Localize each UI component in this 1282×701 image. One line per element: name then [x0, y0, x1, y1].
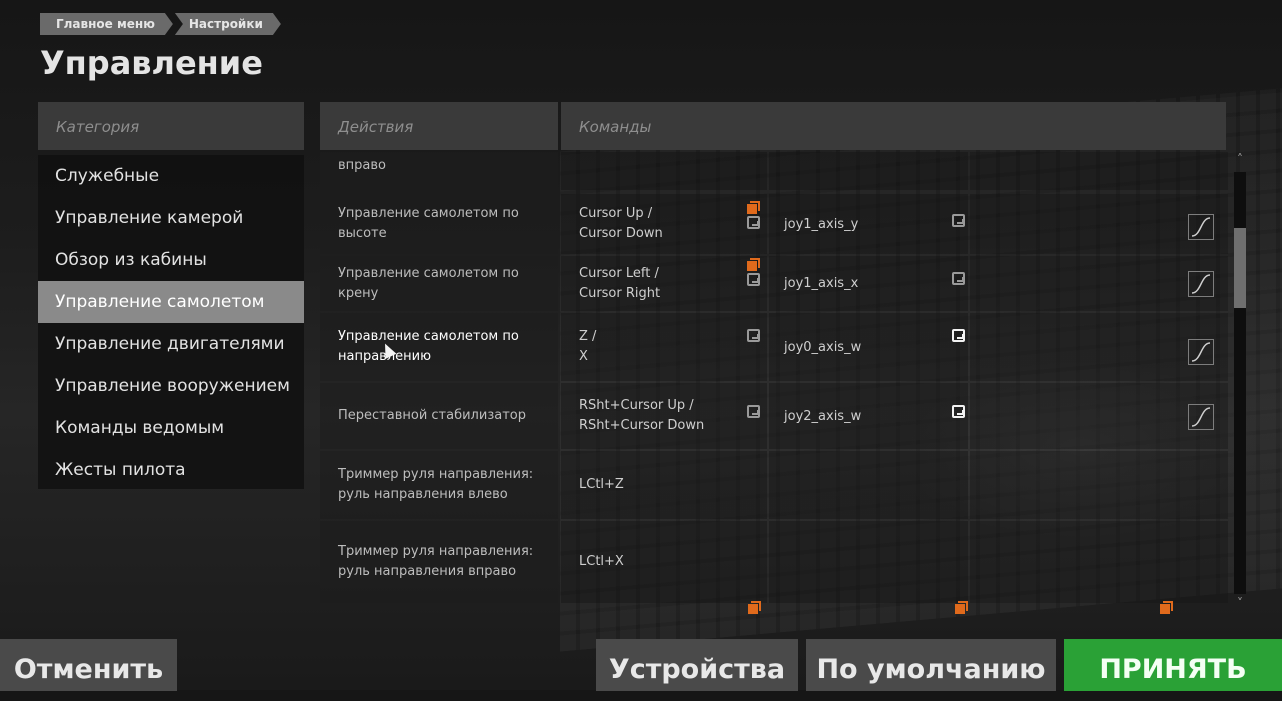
action-label: Управление самолетом по высоте — [320, 194, 558, 254]
command-primary: Z / — [579, 329, 597, 344]
device-link-icon[interactable] — [747, 329, 760, 342]
command-primary: LCtl+Z — [579, 477, 624, 492]
device-link-icon[interactable] — [952, 329, 965, 342]
action-label: Управление самолетом по направлению — [320, 313, 558, 381]
chevron-up-icon[interactable]: ˄ — [1234, 152, 1246, 166]
axis-cell[interactable]: joy2_axis_w — [769, 383, 968, 449]
table-row[interactable]: Управление самолетом по высоте Cursor Up… — [320, 194, 1228, 254]
orange-copy-icon[interactable] — [747, 258, 760, 271]
page-title: Управление — [40, 44, 263, 82]
command-secondary: Cursor Down — [579, 226, 663, 241]
command-secondary: Cursor Right — [579, 285, 661, 301]
category-item-engines[interactable]: Управление двигателями — [38, 323, 304, 365]
command-secondary: RSht+Cursor Down — [579, 418, 705, 433]
device-link-icon[interactable] — [952, 272, 965, 285]
category-item-pilot-gestures[interactable]: Жесты пилота — [38, 449, 304, 491]
orange-copy-icon[interactable] — [748, 601, 761, 614]
category-item-wingmen[interactable]: Команды ведомым — [38, 407, 304, 449]
command-secondary: X — [579, 349, 588, 364]
breadcrumb-settings[interactable]: Настройки — [175, 13, 281, 35]
axis-curve-icon[interactable] — [1188, 404, 1214, 430]
device-link-icon[interactable] — [747, 216, 760, 229]
device-link-icon[interactable] — [952, 405, 965, 418]
category-item-cockpit-view[interactable]: Обзор из кабины — [38, 239, 304, 281]
command-cell[interactable]: LCtl+X — [561, 521, 767, 603]
axis-value: joy2_axis_w — [784, 408, 862, 424]
action-label: Триммер руля направления: руль направлен… — [320, 451, 558, 519]
table-row[interactable]: Триммер руля направления: руль направлен… — [320, 451, 1228, 519]
category-item-camera[interactable]: Управление камерой — [38, 197, 304, 239]
table-row[interactable]: вправо — [320, 152, 1228, 190]
extra-cell — [970, 451, 1228, 519]
command-cell[interactable]: LCtl+Z — [561, 451, 767, 519]
axis-cell[interactable] — [769, 152, 968, 190]
action-label: вправо — [320, 152, 558, 190]
defaults-button[interactable]: По умолчанию — [806, 639, 1056, 691]
axis-value: joy0_axis_w — [784, 339, 862, 355]
device-link-icon[interactable] — [747, 405, 760, 418]
cancel-button[interactable]: Отменить — [0, 639, 177, 691]
axis-cell[interactable] — [769, 451, 968, 519]
scrollbar-thumb[interactable] — [1234, 228, 1246, 308]
device-link-icon[interactable] — [747, 273, 760, 286]
command-cell[interactable]: Z / X — [561, 313, 767, 381]
axis-value: joy1_axis_y — [784, 216, 859, 232]
header-actions: Действия — [320, 102, 558, 150]
command-cell[interactable] — [561, 152, 767, 190]
axis-cell[interactable]: joy1_axis_y — [769, 194, 968, 254]
bindings-table: вправо Управление самолетом по высоте Cu… — [320, 152, 1228, 614]
command-cell[interactable]: RSht+Cursor Up / RSht+Cursor Down — [561, 383, 767, 449]
header-category: Категория — [38, 102, 304, 150]
action-label: Триммер руля направления: руль направлен… — [320, 521, 558, 603]
command-primary: RSht+Cursor Up / — [579, 398, 694, 413]
table-row[interactable]: Управление самолетом по направлению Z / X… — [320, 313, 1228, 381]
action-label: Переставной стабилизатор — [320, 383, 558, 449]
accept-button[interactable]: ПРИНЯТЬ — [1064, 639, 1282, 691]
command-primary: Cursor Left / — [579, 265, 659, 281]
orange-copy-icon[interactable] — [747, 201, 760, 214]
axis-value: joy1_axis_x — [784, 276, 859, 291]
extra-cell — [970, 152, 1228, 190]
command-primary: LCtl+X — [579, 554, 624, 569]
orange-copy-icon[interactable] — [955, 601, 968, 614]
category-list: Служебные Управление камерой Обзор из ка… — [38, 155, 304, 489]
breadcrumb-main-menu[interactable]: Главное меню — [40, 13, 173, 35]
table-row[interactable]: Триммер руля направления: руль направлен… — [320, 521, 1228, 603]
command-cell[interactable]: Cursor Left / Cursor Right — [561, 256, 767, 311]
header-commands: Команды — [561, 102, 1226, 150]
axis-cell[interactable]: joy0_axis_w — [769, 313, 968, 381]
chevron-down-icon[interactable]: ˅ — [1234, 596, 1246, 610]
device-link-icon[interactable] — [952, 214, 965, 227]
table-row[interactable]: Управление самолетом по крену Cursor Lef… — [320, 256, 1228, 311]
extra-cell — [970, 521, 1228, 603]
category-item-aircraft-control[interactable]: Управление самолетом — [38, 281, 304, 323]
orange-copy-icon[interactable] — [1160, 601, 1173, 614]
axis-curve-icon[interactable] — [1188, 214, 1214, 240]
command-cell[interactable]: Cursor Up / Cursor Down — [561, 194, 767, 254]
axis-curve-icon[interactable] — [1188, 271, 1214, 297]
axis-curve-icon[interactable] — [1188, 339, 1214, 365]
category-item-weapons[interactable]: Управление вооружением — [38, 365, 304, 407]
category-item-service[interactable]: Служебные — [38, 155, 304, 197]
devices-button[interactable]: Устройства — [596, 639, 798, 691]
table-row[interactable]: Переставной стабилизатор RSht+Cursor Up … — [320, 383, 1228, 449]
action-label: Управление самолетом по крену — [320, 256, 558, 311]
axis-cell[interactable]: joy1_axis_x — [769, 256, 968, 311]
breadcrumb: Главное меню Настройки — [40, 13, 283, 35]
command-primary: Cursor Up / — [579, 206, 653, 221]
axis-cell[interactable] — [769, 521, 968, 603]
